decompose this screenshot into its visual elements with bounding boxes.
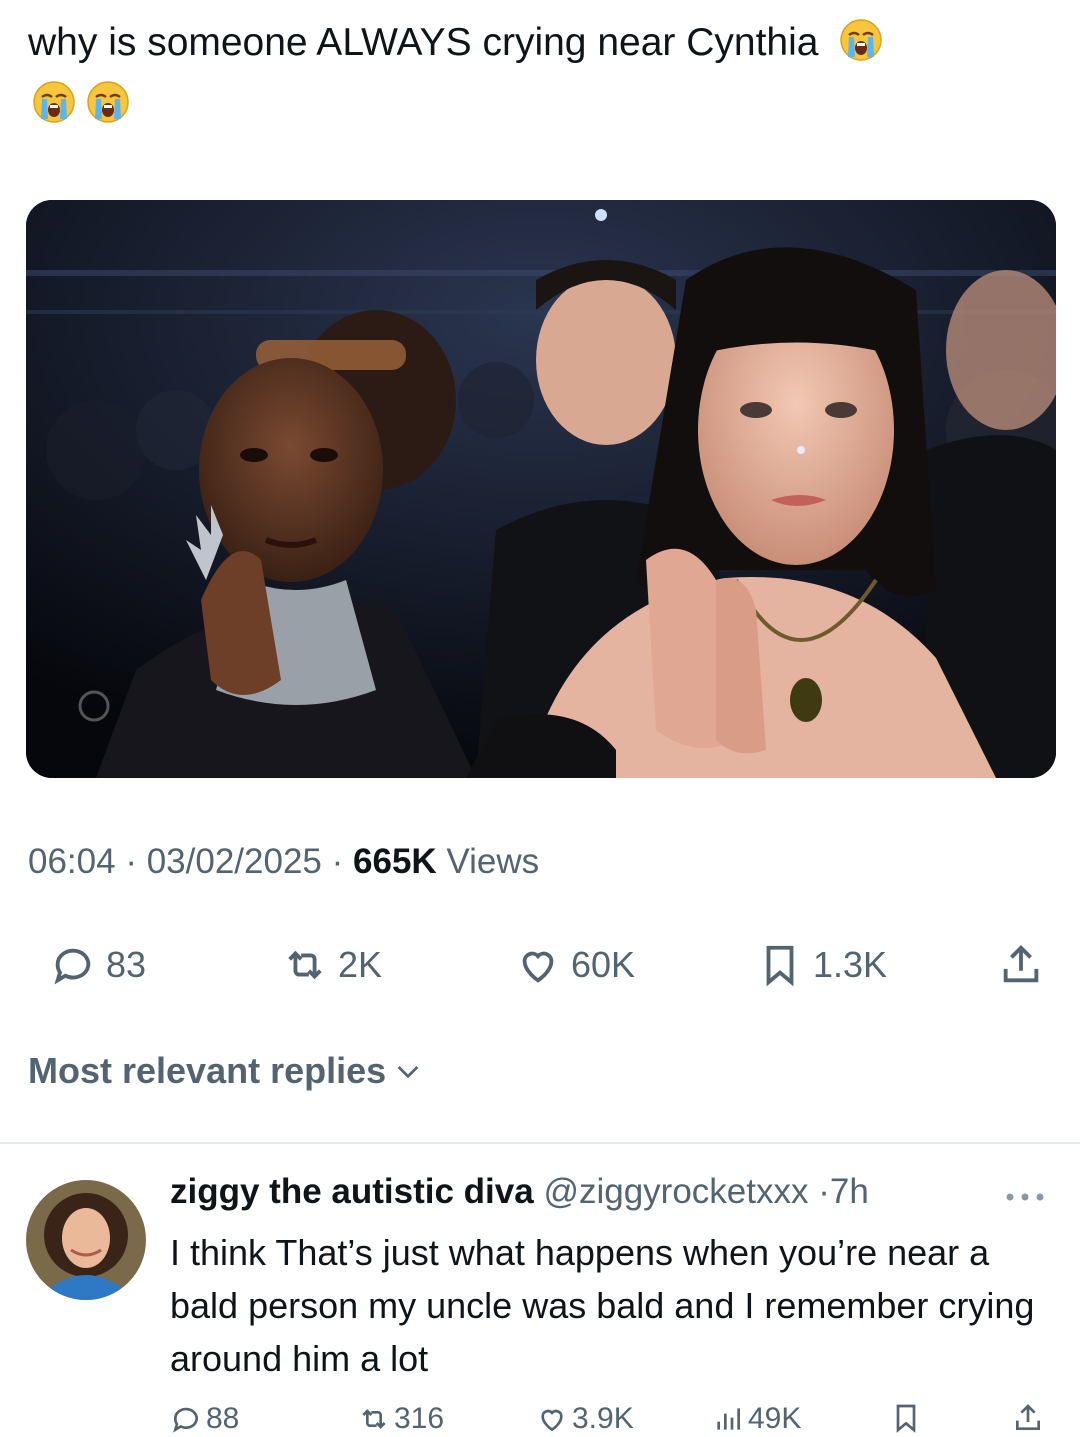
reply-repost-count: 316 xyxy=(394,1402,445,1435)
replies-sort-label: Most relevant replies xyxy=(28,1050,387,1091)
reply-bookmark-button[interactable] xyxy=(890,1402,926,1434)
reply-views-count: 49K xyxy=(748,1402,802,1435)
more-options-icon[interactable] xyxy=(1000,1182,1050,1212)
meta-separator: · xyxy=(818,1172,830,1211)
reply-icon xyxy=(54,948,91,985)
bookmark-button[interactable]: 1.3K xyxy=(757,930,887,1000)
chevron-down-icon xyxy=(397,1066,419,1079)
avatar[interactable] xyxy=(26,1180,146,1300)
reply-repost-button[interactable]: 316 xyxy=(358,1402,444,1436)
reply-like-count: 3.9K xyxy=(572,1402,634,1435)
tweet-text-content: why is someone ALWAYS crying near Cynthi… xyxy=(28,21,819,64)
section-divider xyxy=(0,1142,1080,1144)
reply-share-button[interactable] xyxy=(1012,1402,1048,1434)
reply-like-button[interactable]: 3.9K xyxy=(536,1402,634,1436)
reply-time: 7h xyxy=(829,1172,869,1211)
meta-separator: · xyxy=(125,842,137,881)
reply-count: 83 xyxy=(106,944,147,985)
bookmark-icon xyxy=(766,945,794,987)
share-button[interactable] xyxy=(998,930,1054,1000)
views-count: 665K xyxy=(353,842,437,881)
tweet-date: 03/02/2025 xyxy=(146,842,322,881)
reply-text: I think That’s just what happens when yo… xyxy=(170,1232,1035,1379)
like-button[interactable]: 60K xyxy=(515,930,635,1000)
tweet-time: 06:04 xyxy=(28,842,116,881)
loudly-crying-face-icon xyxy=(840,19,883,61)
reply-button[interactable]: 83 xyxy=(50,930,146,1000)
emoji-row xyxy=(28,76,1048,134)
bookmark-icon xyxy=(896,1404,916,1433)
reply-icon xyxy=(173,1407,198,1433)
photo-illustration xyxy=(26,200,1056,778)
reply-display-name[interactable]: ziggy the autistic diva xyxy=(170,1172,534,1211)
like-count: 60K xyxy=(571,944,636,985)
analytics-icon xyxy=(717,1408,740,1430)
tweet-meta: 06:04 · 03/02/2025 · 665K Views xyxy=(28,842,539,882)
tweet-media-photo[interactable] xyxy=(26,200,1056,778)
heart-icon xyxy=(522,951,554,983)
replies-sort-selector[interactable]: Most relevant replies xyxy=(28,1050,424,1092)
avatar-image xyxy=(26,1180,146,1300)
repost-button[interactable]: 2K xyxy=(282,930,382,1000)
views-label: Views xyxy=(446,842,540,881)
tweet-action-bar: 83 2K 60K 1.3K xyxy=(0,930,1080,1000)
reply-handle[interactable]: @ziggyrocketxxx xyxy=(543,1172,808,1211)
loudly-crying-face-icon xyxy=(33,81,75,123)
reply-views-button[interactable]: 49K xyxy=(712,1402,801,1436)
share-icon xyxy=(1016,1404,1040,1430)
reply-action-bar: 88 316 3.9K 49K xyxy=(0,1402,1080,1437)
repost-icon xyxy=(288,950,322,980)
reply-reply-count: 88 xyxy=(206,1402,240,1435)
reply-header: ziggy the autistic diva @ziggyrocketxxx … xyxy=(170,1172,869,1212)
tweet-text: why is someone ALWAYS crying near Cynthi… xyxy=(28,14,1048,134)
heart-icon xyxy=(541,1409,563,1432)
bookmark-count: 1.3K xyxy=(813,944,888,985)
repost-icon xyxy=(362,1409,386,1429)
reply-reply-button[interactable]: 88 xyxy=(170,1402,239,1436)
share-icon xyxy=(1003,945,1039,983)
loudly-crying-face-icon xyxy=(87,81,129,123)
repost-count: 2K xyxy=(338,944,383,985)
meta-separator: · xyxy=(331,842,344,881)
